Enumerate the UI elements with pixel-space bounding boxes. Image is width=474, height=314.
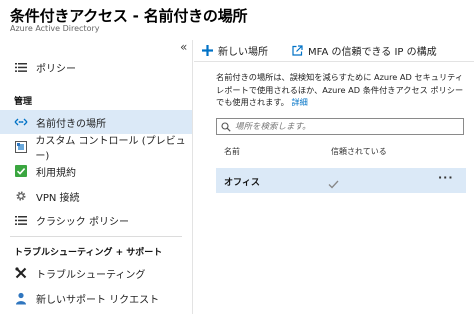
table-row[interactable]: オフィス ···	[216, 168, 466, 193]
more-options-button[interactable]: ···	[438, 171, 454, 184]
configure-mfa-label: MFA の信頼できる IP の構成	[308, 47, 437, 58]
location-name: オフィス	[224, 178, 260, 188]
list-icon	[14, 60, 28, 74]
details-link[interactable]: 詳細	[291, 97, 307, 107]
sidebar-item-custom-controls[interactable]: カスタム コントロール (プレビュー)	[0, 135, 192, 162]
custom-controls-icon	[14, 140, 27, 154]
sidebar-item-label: 新しいサポート リクエスト	[36, 294, 160, 306]
collapse-sidebar-button[interactable]: «	[180, 40, 187, 54]
list-icon	[14, 213, 28, 227]
search-input[interactable]	[235, 121, 455, 132]
sidebar: « ポリシー 管理 名前付きの場所 カスタム コントロール (プレビュー) 利用…	[0, 40, 193, 314]
sidebar-item-label: 利用規約	[36, 167, 76, 179]
external-link-icon	[292, 45, 303, 56]
section-header-manage: 管理	[14, 97, 33, 107]
sidebar-item-policies[interactable]: ポリシー	[0, 55, 192, 79]
tools-icon	[14, 266, 28, 280]
description-text: 名前付きの場所は、誤検知を減らすために Azure AD セキュリティ レポート…	[216, 72, 464, 107]
main-content: 新しい場所 MFA の信頼できる IP の構成 名前付きの場所は、誤検知を減らす…	[194, 40, 474, 314]
sidebar-item-label: VPN 接続	[36, 192, 80, 204]
sidebar-item-new-support-request[interactable]: 新しいサポート リクエスト	[0, 286, 192, 310]
sidebar-item-label: クラシック ポリシー	[36, 216, 129, 228]
search-icon	[221, 121, 231, 132]
checkmark-icon	[328, 174, 339, 193]
sidebar-item-troubleshooting[interactable]: トラブルシューティング	[0, 261, 192, 285]
column-header-trusted[interactable]: 信頼されている	[331, 146, 387, 157]
sidebar-item-vpn[interactable]: VPN 接続	[0, 184, 192, 208]
plus-icon	[202, 45, 213, 56]
sidebar-item-terms-of-use[interactable]: 利用規約	[0, 159, 192, 183]
support-person-icon	[14, 291, 28, 305]
terms-check-icon	[14, 164, 28, 178]
page-subtitle: Azure Active Directory	[10, 24, 100, 33]
sidebar-item-label: トラブルシューティング	[36, 269, 146, 281]
configure-mfa-trusted-ips-button[interactable]: MFA の信頼できる IP の構成	[292, 43, 437, 58]
network-arrows-icon	[14, 115, 28, 129]
new-location-button[interactable]: 新しい場所	[202, 43, 268, 58]
sidebar-item-label: 名前付きの場所	[36, 118, 106, 130]
column-header-name[interactable]: 名前	[224, 146, 240, 157]
page-title: 条件付きアクセス - 名前付きの場所	[10, 7, 248, 25]
gear-icon	[14, 189, 28, 203]
sidebar-item-label: カスタム コントロール (プレビュー)	[35, 136, 186, 162]
new-location-label: 新しい場所	[218, 47, 268, 58]
sidebar-item-classic-policies[interactable]: クラシック ポリシー	[0, 208, 192, 232]
search-box	[216, 118, 464, 135]
section-header-support: トラブルシューティング + サポート	[14, 248, 163, 258]
sidebar-item-label: ポリシー	[36, 63, 76, 75]
section-divider	[10, 236, 182, 237]
command-bar: 新しい場所 MFA の信頼できる IP の構成	[194, 40, 474, 62]
sidebar-item-named-locations[interactable]: 名前付きの場所	[0, 110, 192, 134]
named-locations-description: 名前付きの場所は、誤検知を減らすために Azure AD セキュリティ レポート…	[216, 71, 466, 109]
blade-header: 条件付きアクセス - 名前付きの場所 Azure Active Director…	[0, 0, 474, 40]
